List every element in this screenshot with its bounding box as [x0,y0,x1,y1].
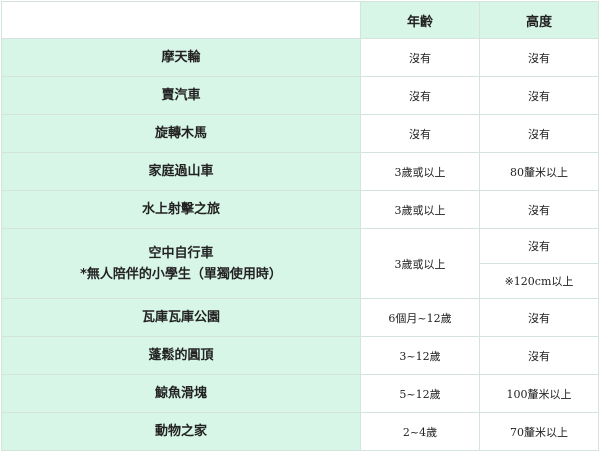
height-value: 沒有 [479,190,599,229]
table-row: 摩天輪 沒有 沒有 [1,38,599,77]
attraction-name: 旋轉木馬 [1,114,361,153]
attraction-name: 摩天輪 [1,38,361,77]
attraction-name: 蓬鬆的圓頂 [1,336,361,375]
height-value: 沒有 [479,336,599,375]
attraction-name-cell: 空中自行車 *無人陪伴的小學生（單獨使用時） [1,228,361,299]
attraction-restrictions-table: 年齡 高度 摩天輪 沒有 沒有 賣汽車 沒有 沒有 旋轉木馬 沒有 沒有 家庭過… [1,1,599,451]
table-row: 水上射擊之旅 3歲或以上 沒有 [1,190,599,229]
age-value: 5~12歲 [360,374,480,413]
table-row: 旋轉木馬 沒有 沒有 [1,114,599,153]
height-value: 70釐米以上 [479,412,599,451]
height-value: 沒有 [479,298,599,337]
restrictions-table: 年齡 高度 摩天輪 沒有 沒有 賣汽車 沒有 沒有 旋轉木馬 沒有 沒有 家庭過… [1,1,599,451]
attraction-name: 瓦庫瓦庫公園 [1,298,361,337]
height-value: 沒有 [479,114,599,153]
height-value: 80釐米以上 [479,152,599,191]
attraction-name: 水上射擊之旅 [1,190,361,229]
attraction-name: 鯨魚滑塊 [1,374,361,413]
table-row: 家庭過山車 3歲或以上 80釐米以上 [1,152,599,191]
height-value: 沒有 [479,76,599,115]
height-value: 沒有 [479,38,599,77]
height-value: 100釐米以上 [479,374,599,413]
height-value: 沒有 [479,228,599,264]
table-row: 賣汽車 沒有 沒有 [1,76,599,115]
header-row: 年齡 高度 [1,1,599,39]
header-height: 高度 [479,1,599,39]
age-value: 沒有 [360,76,480,115]
attraction-name: 空中自行車 [148,245,214,261]
age-value: 6個月~12歲 [360,298,480,337]
table-row: 瓦庫瓦庫公園 6個月~12歲 沒有 [1,298,599,337]
table-row: 動物之家 2~4歲 70釐米以上 [1,412,599,451]
table-row: 鯨魚滑塊 5~12歲 100釐米以上 [1,374,599,413]
age-value: 沒有 [360,114,480,153]
header-age: 年齡 [360,1,480,39]
height-note: ※120cm以上 [479,263,599,299]
age-value: 3歲或以上 [360,152,480,191]
age-value: 沒有 [360,38,480,77]
attraction-name: 賣汽車 [1,76,361,115]
table-row: 空中自行車 *無人陪伴的小學生（單獨使用時） 3歲或以上 沒有 [1,228,599,299]
age-value: 2~4歲 [360,412,480,451]
age-value: 3歲或以上 [360,228,480,299]
age-value: 3~12歲 [360,336,480,375]
attraction-note: *無人陪伴的小學生（單獨使用時） [80,266,282,282]
attraction-name: 動物之家 [1,412,361,451]
attraction-name: 家庭過山車 [1,152,361,191]
age-value: 3歲或以上 [360,190,480,229]
header-blank-cell [1,1,361,39]
table-row: 蓬鬆的圓頂 3~12歲 沒有 [1,336,599,375]
